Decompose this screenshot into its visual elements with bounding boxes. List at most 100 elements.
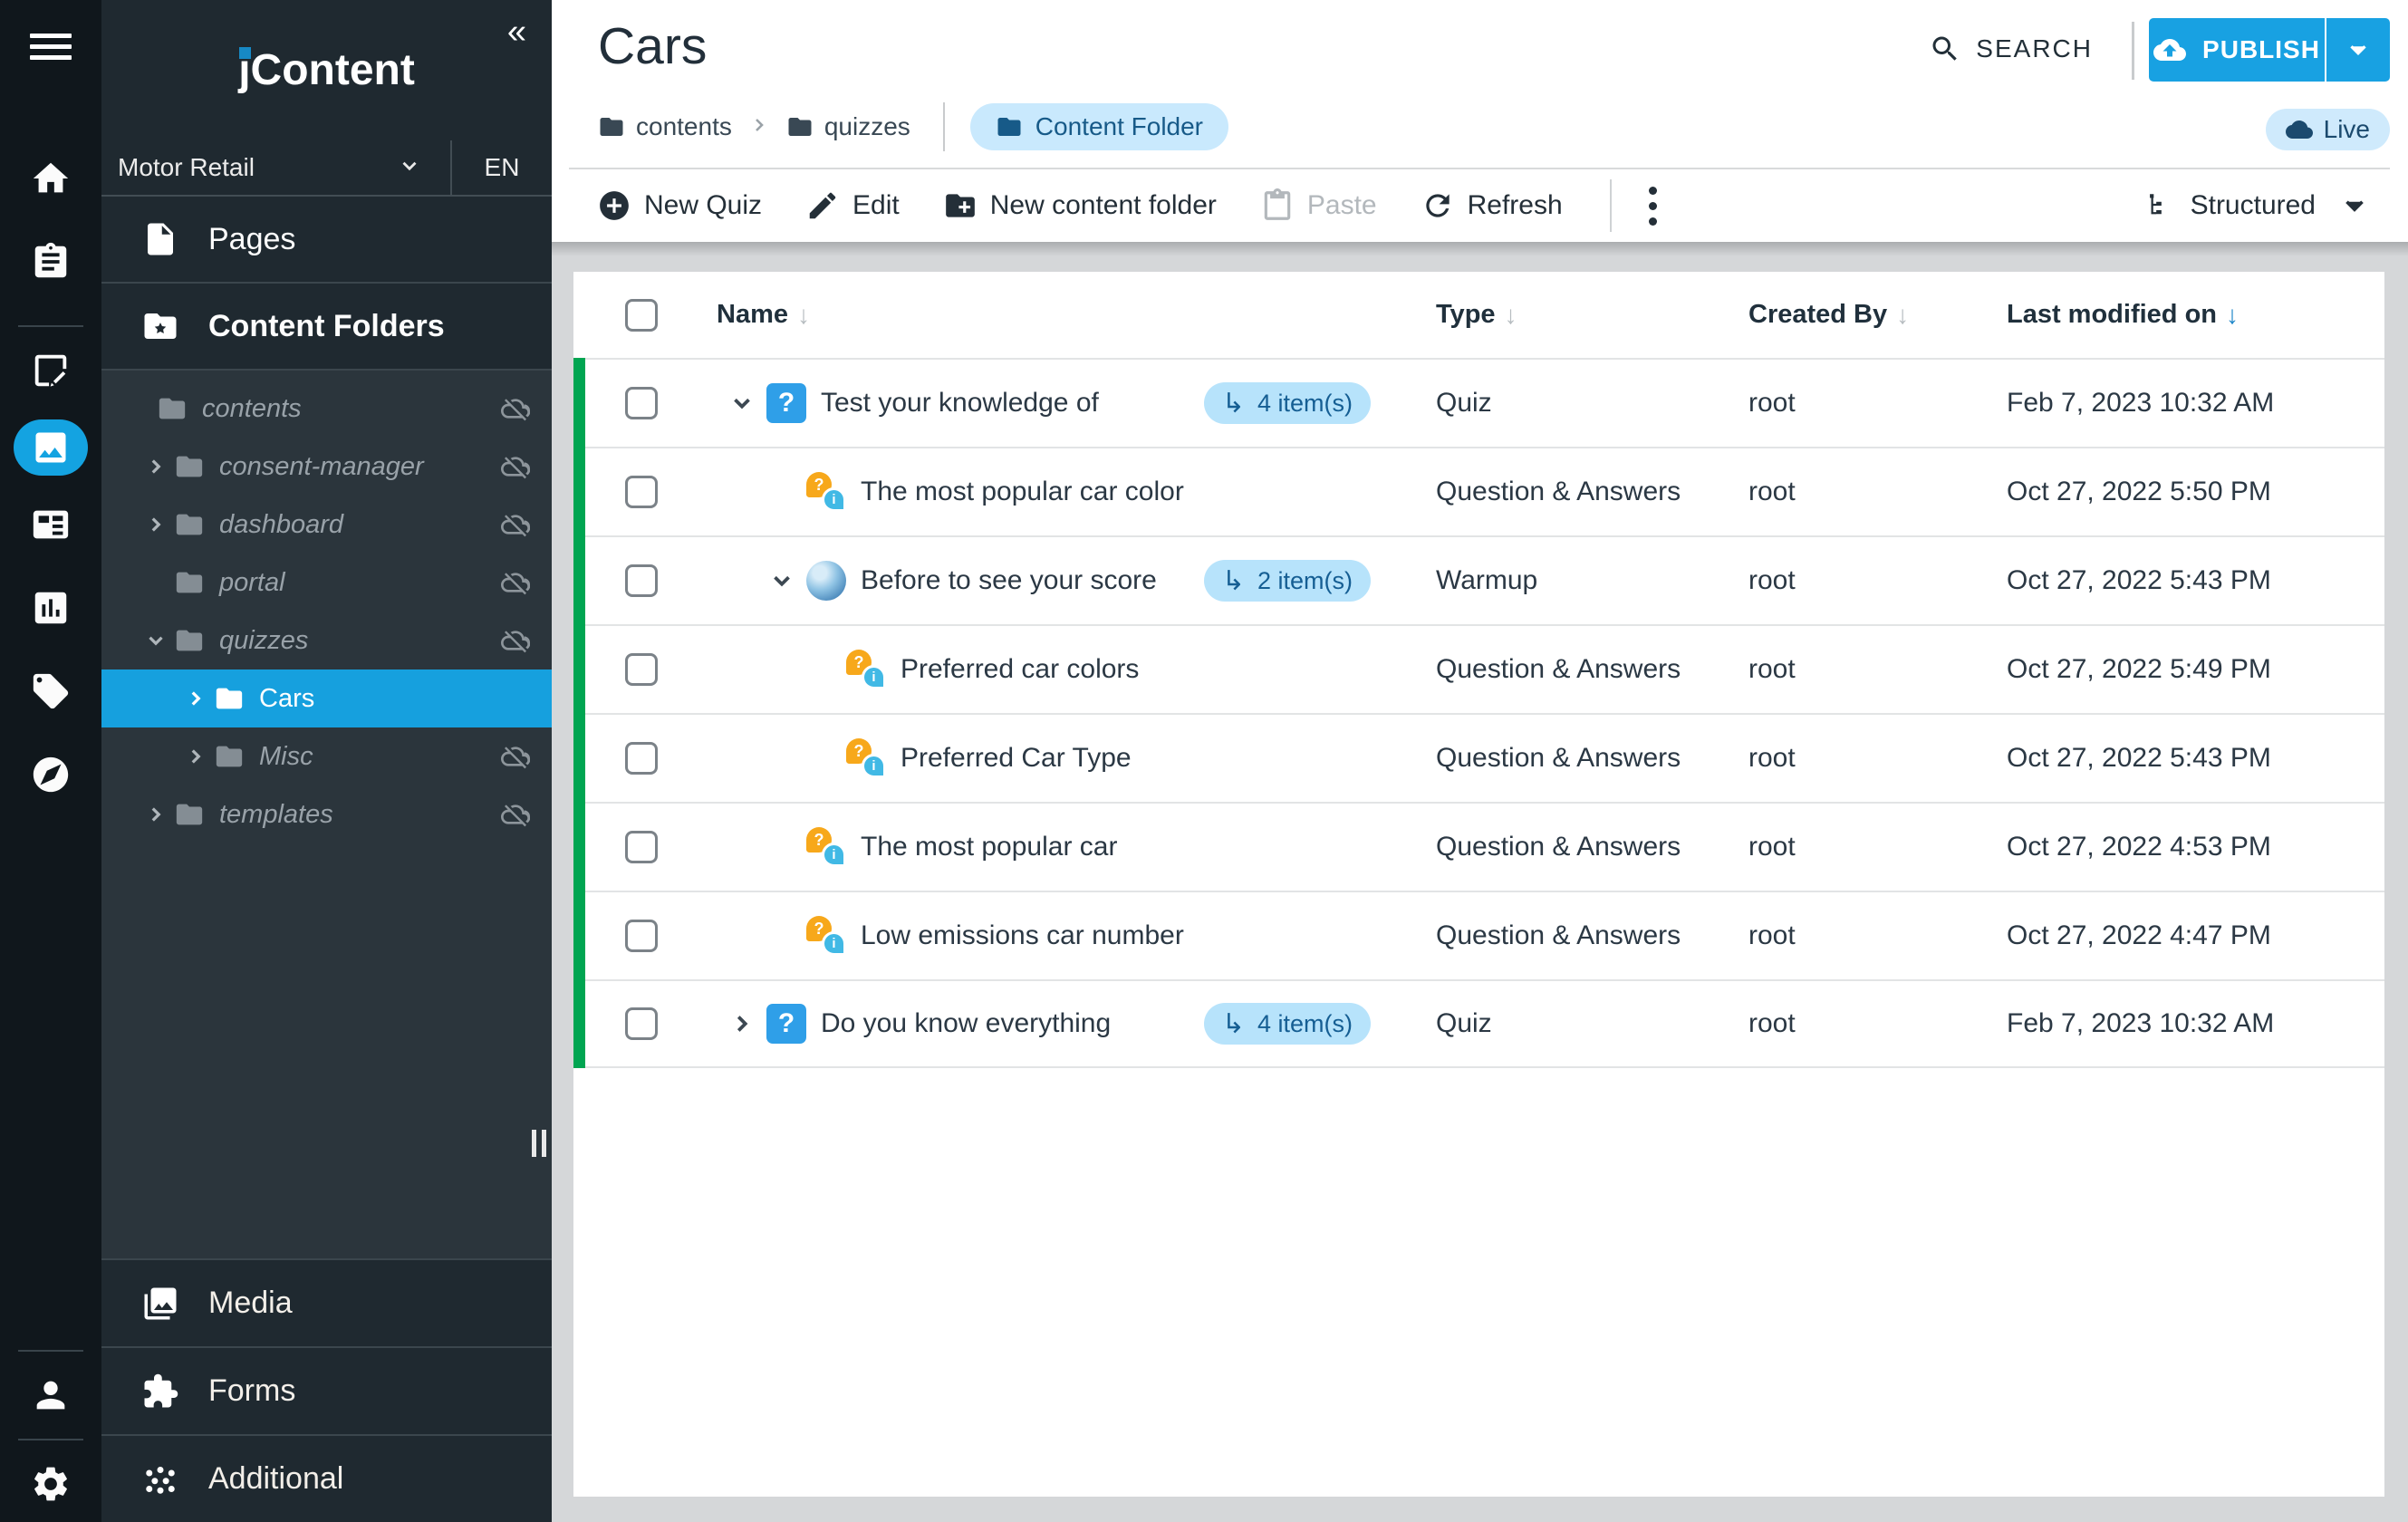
tags-icon[interactable]: [29, 669, 72, 713]
unpublished-cloud-off-icon: [501, 452, 530, 481]
chevron-right-icon[interactable]: [138, 448, 174, 485]
chevron-right-icon[interactable]: [138, 506, 174, 543]
panel-resize-handle[interactable]: [532, 1130, 546, 1157]
analytics-icon[interactable]: [29, 586, 72, 630]
chevron-right-icon[interactable]: [725, 1007, 759, 1041]
column-header-created-by[interactable]: Created By↓: [1748, 300, 2007, 330]
cell-modified: Feb 7, 2023 10:32 AM: [2007, 388, 2384, 419]
cell-type: Quiz: [1436, 1008, 1748, 1039]
folder-plus-icon: [943, 188, 978, 223]
tree-item-templates[interactable]: templates: [101, 785, 552, 843]
row-checkbox[interactable]: [625, 476, 658, 508]
table-row[interactable]: ?i Low emissions car number Question & A…: [573, 891, 2384, 979]
table-row[interactable]: ?i The most popular car Question & Answe…: [573, 802, 2384, 891]
search-button[interactable]: SEARCH: [1929, 33, 2093, 65]
cell-modified: Oct 27, 2022 5:50 PM: [2007, 477, 2384, 507]
cell-modified: Oct 27, 2022 5:43 PM: [2007, 565, 2384, 596]
new-content-folder-button[interactable]: New content folder: [943, 188, 1217, 223]
pencil-icon: [805, 188, 840, 223]
row-checkbox[interactable]: [625, 831, 658, 863]
unpublished-cloud-off-icon: [501, 800, 530, 829]
table-row[interactable]: ? Do you know everything ↳4 item(s) Quiz…: [573, 979, 2384, 1068]
chevron-down-icon[interactable]: [138, 622, 174, 659]
row-checkbox[interactable]: [625, 387, 658, 419]
subitem-count-badge: ↳2 item(s): [1204, 560, 1371, 602]
published-status-bar: [573, 358, 585, 1068]
unpublished-cloud-off-icon: [501, 742, 530, 771]
cell-created-by: root: [1748, 1008, 2007, 1039]
chevron-down-icon[interactable]: [725, 386, 759, 420]
site-switcher-row: Motor Retail EN: [101, 140, 552, 197]
column-header-last-modified[interactable]: Last modified on↓: [2007, 300, 2384, 330]
refresh-button[interactable]: Refresh: [1421, 188, 1563, 223]
row-checkbox[interactable]: [625, 920, 658, 952]
unpublished-cloud-off-icon: [501, 394, 530, 423]
paste-button[interactable]: Paste: [1260, 188, 1377, 223]
collapse-sidebar-icon[interactable]: «: [507, 14, 526, 49]
live-status-chip: Live: [2266, 109, 2390, 150]
sidebar-item-media[interactable]: Media: [101, 1258, 552, 1346]
tree-item-portal[interactable]: portal: [101, 554, 552, 612]
jcontent-logo: jContent: [238, 45, 415, 95]
structured-tree-icon: [2143, 190, 2174, 221]
sidebar-item-additional[interactable]: Additional: [101, 1434, 552, 1522]
sidebar-item-forms[interactable]: Forms: [101, 1346, 552, 1434]
site-switcher[interactable]: Motor Retail: [101, 140, 450, 195]
column-header-type[interactable]: Type↓: [1436, 300, 1748, 330]
cell-modified: Oct 27, 2022 4:53 PM: [2007, 832, 2384, 862]
table-row[interactable]: Before to see your score ↳2 item(s) Warm…: [573, 535, 2384, 624]
table-row[interactable]: ?i Preferred car colors Question & Answe…: [573, 624, 2384, 713]
tree-item-contents[interactable]: contents: [101, 380, 552, 438]
more-actions-kebab-icon[interactable]: [1633, 179, 1673, 232]
hamburger-menu-icon[interactable]: [30, 27, 72, 66]
breadcrumb-contents[interactable]: contents: [598, 112, 732, 141]
sidebar-item-pages[interactable]: Pages: [101, 197, 552, 284]
chevron-right-icon[interactable]: [178, 738, 214, 775]
question-answers-icon: ?i: [806, 472, 846, 512]
table-row[interactable]: ?i Preferred Car Type Question & Answers…: [573, 713, 2384, 802]
icon-rail: [0, 0, 101, 1522]
home-icon[interactable]: [29, 157, 72, 200]
select-all-checkbox[interactable]: [625, 299, 658, 332]
chevron-down-icon[interactable]: [765, 564, 799, 598]
categories-icon[interactable]: [29, 503, 72, 546]
question-answers-icon: ?i: [806, 916, 846, 956]
chevron-right-icon[interactable]: [138, 796, 174, 833]
folder-icon: [996, 113, 1023, 140]
tree-item-dashboard[interactable]: dashboard: [101, 496, 552, 554]
sidebar-item-content-folders[interactable]: Content Folders: [101, 284, 552, 371]
jcontent-media-icon[interactable]: [14, 419, 88, 476]
column-header-name[interactable]: Name↓: [709, 300, 1436, 330]
edit-button[interactable]: Edit: [805, 188, 900, 223]
clipboard-icon: [1260, 188, 1295, 223]
row-checkbox[interactable]: [625, 1007, 658, 1040]
user-icon[interactable]: [29, 1373, 72, 1417]
new-quiz-button[interactable]: New Quiz: [597, 188, 762, 223]
breadcrumb-quizzes[interactable]: quizzes: [786, 112, 910, 141]
table-row[interactable]: ? Test your knowledge of ↳4 item(s) Quiz…: [573, 358, 2384, 447]
explore-icon[interactable]: [29, 753, 72, 796]
tree-item-quizzes[interactable]: quizzes: [101, 612, 552, 669]
publish-button[interactable]: PUBLISH: [2149, 18, 2325, 82]
tree-item-cars[interactable]: Cars: [101, 669, 552, 727]
view-mode-dropdown[interactable]: Structured: [2143, 190, 2370, 221]
chevron-right-icon[interactable]: [178, 680, 214, 717]
cell-created-by: root: [1748, 920, 2007, 951]
tree-item-consent-manager[interactable]: consent-manager: [101, 438, 552, 496]
row-checkbox[interactable]: [625, 742, 658, 775]
cell-type: Question & Answers: [1436, 743, 1748, 774]
publish-menu-arrow[interactable]: [2325, 18, 2390, 82]
settings-gear-icon[interactable]: [29, 1462, 72, 1506]
page-composer-icon[interactable]: [29, 349, 72, 392]
row-checkbox[interactable]: [625, 564, 658, 597]
unpublished-cloud-off-icon: [501, 510, 530, 539]
table-row[interactable]: ?i The most popular car color Question &…: [573, 447, 2384, 535]
language-selector[interactable]: EN: [450, 140, 552, 195]
cell-type: Question & Answers: [1436, 477, 1748, 507]
tree-item-misc[interactable]: Misc: [101, 727, 552, 785]
tasks-icon[interactable]: [29, 240, 72, 284]
sort-arrow-icon: ↓: [1896, 301, 1909, 330]
header-divider: [2132, 22, 2134, 80]
row-checkbox[interactable]: [625, 653, 658, 686]
cell-created-by: root: [1748, 477, 2007, 507]
